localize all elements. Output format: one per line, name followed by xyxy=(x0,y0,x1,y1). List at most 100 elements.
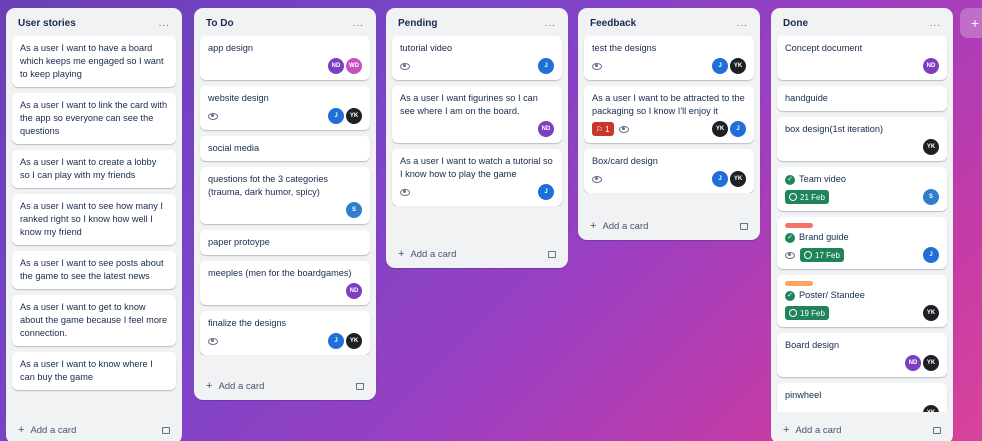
complete-check-icon: ✓ xyxy=(785,290,795,301)
list-menu-button[interactable]: ... xyxy=(545,18,556,29)
member-avatar[interactable]: YK xyxy=(346,108,362,124)
member-avatar[interactable]: ND xyxy=(328,58,344,74)
card-container: tutorial video J As a user I want figuri… xyxy=(386,36,568,206)
member-avatar[interactable]: J xyxy=(538,58,554,74)
list-title[interactable]: Done xyxy=(783,18,808,29)
card[interactable]: app design ND WD xyxy=(200,36,370,80)
card[interactable]: paper protoype xyxy=(200,230,370,255)
add-card-button[interactable]: + Add a card xyxy=(578,212,760,240)
list-menu-button[interactable]: ... xyxy=(159,18,170,29)
card[interactable]: website design J YK xyxy=(200,86,370,130)
add-card-button[interactable]: + Add a card xyxy=(6,416,182,441)
card-title: Board design xyxy=(785,340,840,350)
card-title: app design xyxy=(208,43,253,53)
card[interactable]: ✓ Brand guide 17 Feb J xyxy=(777,217,947,269)
member-avatar[interactable]: YK xyxy=(730,171,746,187)
member-avatar[interactable]: J xyxy=(328,108,344,124)
member-avatar[interactable]: J xyxy=(712,171,728,187)
card[interactable]: As a user I want to be attracted to the … xyxy=(584,86,754,143)
due-date: 19 Feb xyxy=(800,308,825,318)
card[interactable]: finalize the designs J YK xyxy=(200,311,370,355)
member-avatar[interactable]: YK xyxy=(346,333,362,349)
card-template-icon[interactable] xyxy=(740,222,748,230)
card[interactable]: ✓ Poster/ Standee 19 Feb YK xyxy=(777,275,947,327)
card[interactable]: As a user I want to know where I can buy… xyxy=(12,352,176,390)
list-title[interactable]: User stories xyxy=(18,18,76,29)
card[interactable]: meeples (men for the boardgames) ND xyxy=(200,261,370,305)
member-avatar[interactable]: J xyxy=(538,184,554,200)
add-card-label: Add a card xyxy=(218,381,265,392)
list-title[interactable]: To Do xyxy=(206,18,234,29)
card[interactable]: As a user I want to see posts about the … xyxy=(12,251,176,289)
member-avatar[interactable]: ND xyxy=(923,58,939,74)
list-title[interactable]: Pending xyxy=(398,18,437,29)
card[interactable]: As a user I want to see how many I ranke… xyxy=(12,194,176,245)
card[interactable]: As a user I want to link the card with t… xyxy=(12,93,176,144)
list-pending: Pending ... tutorial video J As a user I… xyxy=(386,8,568,268)
card-template-icon[interactable] xyxy=(162,426,170,434)
card-label[interactable] xyxy=(785,281,813,286)
watching-eye-icon xyxy=(618,125,629,133)
list-header: Feedback ... xyxy=(578,8,760,36)
member-avatar[interactable]: J xyxy=(712,58,728,74)
card[interactable]: Concept document ND xyxy=(777,36,947,80)
card[interactable]: ✓ Team video 21 Feb S xyxy=(777,167,947,211)
add-card-label: Add a card xyxy=(30,425,77,436)
add-card-button[interactable]: + Add a card xyxy=(194,372,376,400)
card-title: test the designs xyxy=(592,43,657,53)
member-avatar[interactable]: YK xyxy=(923,305,939,321)
card[interactable]: social media xyxy=(200,136,370,161)
due-date-badge[interactable]: 17 Feb xyxy=(800,248,844,262)
member-avatar[interactable]: YK xyxy=(923,355,939,371)
add-card-button[interactable]: + Add a card xyxy=(771,416,953,441)
card-label[interactable] xyxy=(785,223,813,228)
card-title: paper protoype xyxy=(208,237,270,247)
member-avatar[interactable]: YK xyxy=(730,58,746,74)
list-menu-button[interactable]: ... xyxy=(930,18,941,29)
card[interactable]: As a user I want figurines so I can see … xyxy=(392,86,562,143)
card-template-icon[interactable] xyxy=(933,426,941,434)
card[interactable]: handguide xyxy=(777,86,947,111)
card-container: As a user I want to have a board which k… xyxy=(6,36,182,412)
due-date-badge[interactable]: 21 Feb xyxy=(785,190,829,204)
card-title: Poster/ Standee xyxy=(799,290,865,300)
member-avatar[interactable]: ND xyxy=(905,355,921,371)
member-avatar[interactable]: WD xyxy=(346,58,362,74)
card[interactable]: As a user I want to have a board which k… xyxy=(12,36,176,87)
due-date-badge[interactable]: 19 Feb xyxy=(785,306,829,320)
member-avatar[interactable]: J xyxy=(328,333,344,349)
card[interactable]: tutorial video J xyxy=(392,36,562,80)
card[interactable]: test the designs J YK xyxy=(584,36,754,80)
member-avatar[interactable]: J xyxy=(923,247,939,263)
watching-eye-icon xyxy=(592,62,602,70)
card[interactable]: box design(1st iteration) YK xyxy=(777,117,947,161)
member-avatar[interactable]: YK xyxy=(923,139,939,155)
card[interactable]: As a user I want to get to know about th… xyxy=(12,295,176,346)
member-avatar[interactable]: YK xyxy=(923,405,939,412)
member-avatar[interactable]: S xyxy=(346,202,362,218)
list-menu-button[interactable]: ... xyxy=(353,18,364,29)
card-template-icon[interactable] xyxy=(356,382,364,390)
add-card-button[interactable]: + Add a card xyxy=(386,240,568,268)
member-avatar[interactable]: ND xyxy=(538,121,554,137)
card[interactable]: questions fot the 3 categories (trauma, … xyxy=(200,167,370,224)
clock-icon xyxy=(789,309,797,317)
card-title: As a user I want to create a lobby so I … xyxy=(20,157,157,180)
card-template-icon[interactable] xyxy=(548,250,556,258)
overdue-badge[interactable]: ⚐ 1 xyxy=(592,122,614,136)
add-list-button[interactable]: + xyxy=(960,8,982,38)
member-avatar[interactable]: ND xyxy=(346,283,362,299)
card-title: As a user I want to be attracted to the … xyxy=(592,93,745,116)
list-title[interactable]: Feedback xyxy=(590,18,636,29)
card[interactable]: Box/card design J YK xyxy=(584,149,754,193)
add-card-label: Add a card xyxy=(795,425,842,436)
member-avatar[interactable]: J xyxy=(730,121,746,137)
card[interactable]: pinwheel YK xyxy=(777,383,947,412)
member-avatar[interactable]: YK xyxy=(712,121,728,137)
card[interactable]: As a user I want to create a lobby so I … xyxy=(12,150,176,188)
card[interactable]: Board design ND YK xyxy=(777,333,947,377)
plus-icon: + xyxy=(206,380,213,392)
member-avatar[interactable]: S xyxy=(923,189,939,205)
list-menu-button[interactable]: ... xyxy=(737,18,748,29)
card[interactable]: As a user I want to watch a tutorial so … xyxy=(392,149,562,206)
